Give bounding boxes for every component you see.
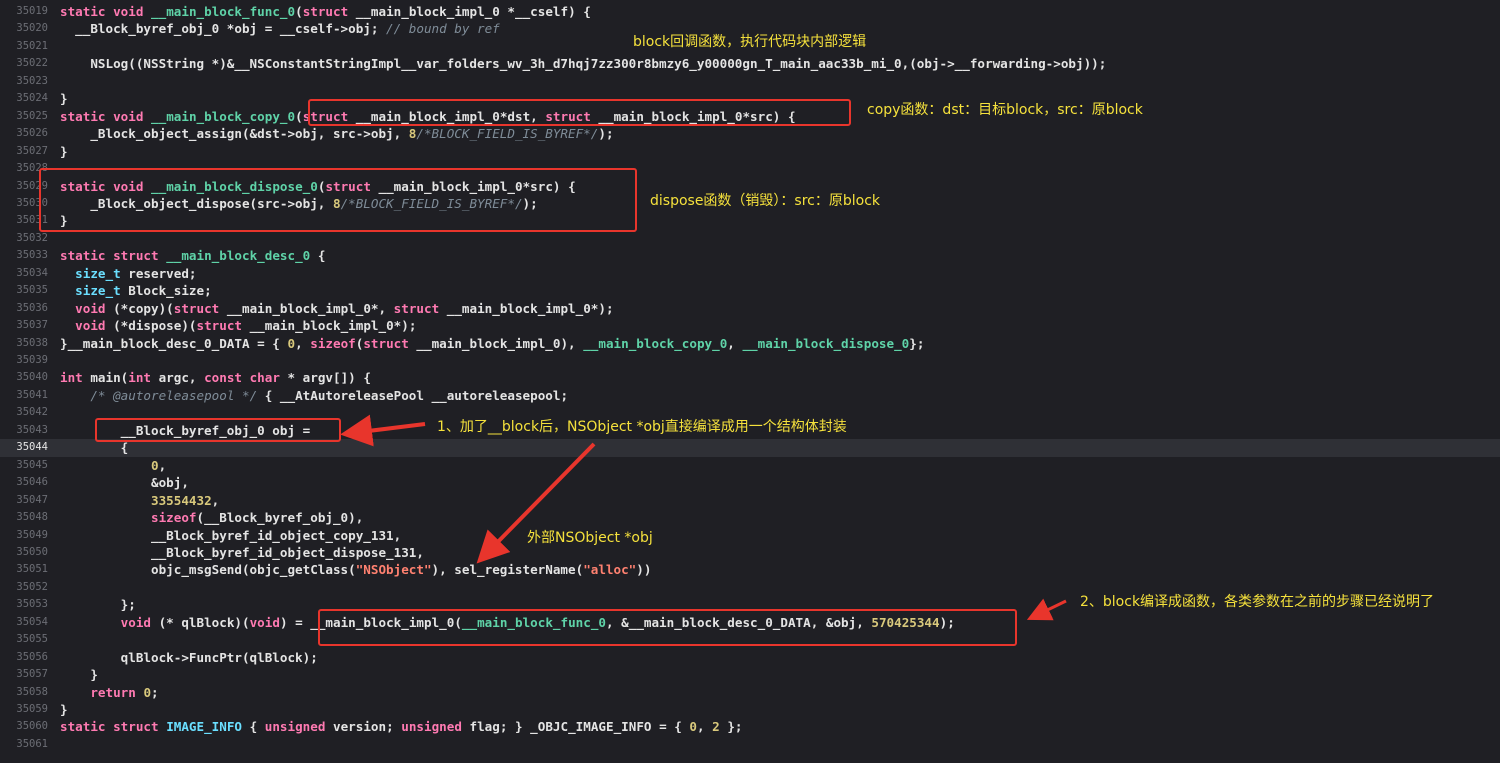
impl-arrow	[1026, 598, 1067, 621]
copy-annotation: copy函数：dst：目标block，src：原block	[867, 102, 1143, 118]
annotation-arrows	[340, 414, 1067, 621]
impl-annotation: 2、block编译成函数，各类参数在之前的步骤已经说明了	[1080, 594, 1435, 610]
func-annotation: block回调函数，执行代码块内部逻辑	[633, 34, 867, 50]
outer-object-annotation: 外部NSObject *obj	[527, 530, 653, 546]
dispose-annotation: dispose函数（销毁）：src：原block	[650, 193, 881, 209]
byref-arrow	[340, 414, 426, 447]
byref-annotation: 1、加了__block后，NSObject *obj直接编译成用一个结构体封装	[437, 419, 847, 435]
